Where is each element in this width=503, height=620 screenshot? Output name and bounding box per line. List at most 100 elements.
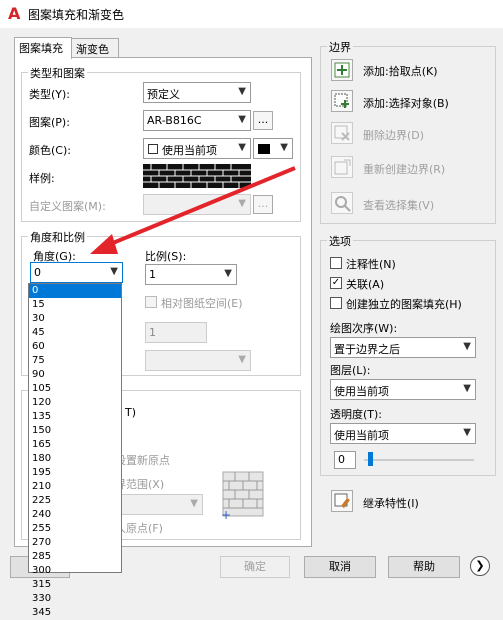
annotative-checkbox[interactable] <box>330 257 342 269</box>
angle-option[interactable]: 315 <box>29 578 121 592</box>
spacing-input[interactable]: 1 <box>145 322 207 343</box>
add-select-objects-button[interactable]: 添加:选择对象(B) <box>363 95 449 111</box>
custom-pattern-select[interactable]: ▼ <box>143 194 251 215</box>
default-extent-label: 界范围(X) <box>115 478 165 491</box>
draw-order-select[interactable]: 置于边界之后 ▼ <box>330 337 476 358</box>
group-title: 类型和图案 <box>28 65 87 81</box>
more-options-icon[interactable]: ❯ <box>470 556 490 576</box>
angle-option[interactable]: 240 <box>29 508 121 522</box>
transparency-slider-thumb[interactable] <box>368 452 373 466</box>
ok-button[interactable]: 确定 <box>220 556 290 578</box>
angle-option[interactable]: 300 <box>29 564 121 578</box>
angle-option[interactable]: 225 <box>29 494 121 508</box>
angle-option[interactable]: 45 <box>29 326 121 340</box>
type-select[interactable]: 预定义 ▼ <box>143 82 251 103</box>
inherit-properties-icon[interactable] <box>331 490 353 512</box>
group-title: 选项 <box>327 233 353 249</box>
remove-boundaries-icon[interactable] <box>331 122 353 144</box>
transparency-label: 透明度(T): <box>330 408 383 421</box>
view-selections-button[interactable]: 查看选择集(V) <box>363 197 434 213</box>
window-title: 图案填充和渐变色 <box>28 8 125 22</box>
pattern-select[interactable]: AR-B816C ▼ <box>143 110 251 131</box>
chevron-down-icon: ▼ <box>238 354 246 365</box>
angle-option[interactable]: 120 <box>29 396 121 410</box>
layer-label: 图层(L): <box>330 364 371 377</box>
scale-value: 1 <box>149 268 156 281</box>
add-select-objects-icon[interactable] <box>331 90 353 112</box>
inherit-properties-button[interactable]: 继承特性(I) <box>363 495 419 511</box>
angle-option[interactable]: 195 <box>29 466 121 480</box>
help-button[interactable]: 帮助 <box>388 556 460 578</box>
remove-boundaries-button[interactable]: 删除边界(D) <box>363 127 424 143</box>
angle-option[interactable]: 30 <box>29 312 121 326</box>
scale-select[interactable]: 1 ▼ <box>145 264 237 285</box>
group-title: 边界 <box>327 39 353 55</box>
scale-label: 比例(S): <box>145 250 187 263</box>
transparency-number: 0 <box>338 453 345 466</box>
color-value: 使用当前项 <box>162 144 217 157</box>
tab-hatch[interactable]: 图案填充 <box>14 37 72 59</box>
add-pick-points-button[interactable]: 添加:拾取点(K) <box>363 63 438 79</box>
type-value: 预定义 <box>147 88 180 101</box>
angle-value: 0 <box>34 266 41 279</box>
angle-option[interactable]: 270 <box>29 536 121 550</box>
angle-option[interactable]: 210 <box>29 480 121 494</box>
tab-gradient[interactable]: 渐变色 <box>71 38 119 58</box>
chevron-down-icon: ▼ <box>463 383 471 394</box>
independent-hatch-checkbox[interactable] <box>330 297 342 309</box>
spacing-value: 1 <box>149 326 156 339</box>
transparency-value: 使用当前项 <box>334 429 389 442</box>
pattern-browse-button[interactable]: ... <box>253 111 273 130</box>
angle-option[interactable]: 345 <box>29 606 121 620</box>
sample-label: 样例: <box>29 172 55 185</box>
angle-option[interactable]: 105 <box>29 382 121 396</box>
extent-select[interactable]: ▼ <box>115 494 203 515</box>
custom-browse-button[interactable]: ... <box>253 195 273 214</box>
add-pick-points-icon[interactable] <box>331 59 353 81</box>
origin-text: T) <box>125 406 137 419</box>
chevron-down-icon: ▼ <box>238 86 246 97</box>
relative-paper-space-checkbox[interactable] <box>145 296 157 308</box>
iso-pen-width-select[interactable]: ▼ <box>145 350 251 371</box>
angle-option[interactable]: 285 <box>29 550 121 564</box>
angle-option[interactable]: 255 <box>29 522 121 536</box>
color-select[interactable]: 使用当前项 ▼ <box>143 138 251 159</box>
background-color-select[interactable]: ▼ <box>253 138 293 159</box>
black-swatch <box>258 144 270 154</box>
angle-option[interactable]: 165 <box>29 438 121 452</box>
recreate-boundary-button[interactable]: 重新创建边界(R) <box>363 161 445 177</box>
angle-option[interactable]: 75 <box>29 354 121 368</box>
independent-hatch-label: 创建独立的图案填充(H) <box>346 298 462 311</box>
angle-option[interactable]: 0 <box>29 284 121 298</box>
angle-option[interactable]: 150 <box>29 424 121 438</box>
angle-dropdown-list[interactable]: 0 15 30 45 60 75 90 105 120 135 150 165 180 195 210 225… <box>28 283 122 618</box>
chevron-down-icon: ▼ <box>238 198 246 209</box>
layer-select[interactable]: 使用当前项 ▼ <box>330 379 476 400</box>
angle-option[interactable]: 135 <box>29 410 121 424</box>
relative-paper-space-label: 相对图纸空间(E) <box>161 297 243 310</box>
angle-option[interactable]: 330 <box>29 592 121 606</box>
pattern-value: AR-B816C <box>147 114 202 127</box>
view-selections-icon[interactable] <box>331 192 353 214</box>
color-swatch <box>148 144 158 154</box>
pattern-sample[interactable] <box>143 164 251 188</box>
transparency-select[interactable]: 使用当前项 ▼ <box>330 423 476 444</box>
cancel-button[interactable]: 取消 <box>304 556 376 578</box>
group-title: 角度和比例 <box>28 229 87 245</box>
pattern-label: 图案(P): <box>29 116 70 129</box>
color-label: 颜色(C): <box>29 144 71 157</box>
recreate-boundary-icon[interactable] <box>331 156 353 178</box>
chevron-down-icon: ▼ <box>224 268 232 279</box>
angle-option[interactable]: 15 <box>29 298 121 312</box>
associative-label: 关联(A) <box>346 278 385 291</box>
angle-select[interactable]: 0 ▼ <box>30 262 123 283</box>
angle-option[interactable]: 60 <box>29 340 121 354</box>
draw-order-label: 绘图次序(W): <box>330 322 398 335</box>
svg-text:+: + <box>221 508 231 520</box>
angle-option[interactable]: 90 <box>29 368 121 382</box>
associative-checkbox[interactable]: ✓ <box>330 277 342 289</box>
transparency-input[interactable]: 0 <box>334 451 356 469</box>
set-new-origin-label: 设置新原点 <box>115 454 170 467</box>
angle-option[interactable]: 180 <box>29 452 121 466</box>
chevron-down-icon: ▼ <box>463 427 471 438</box>
